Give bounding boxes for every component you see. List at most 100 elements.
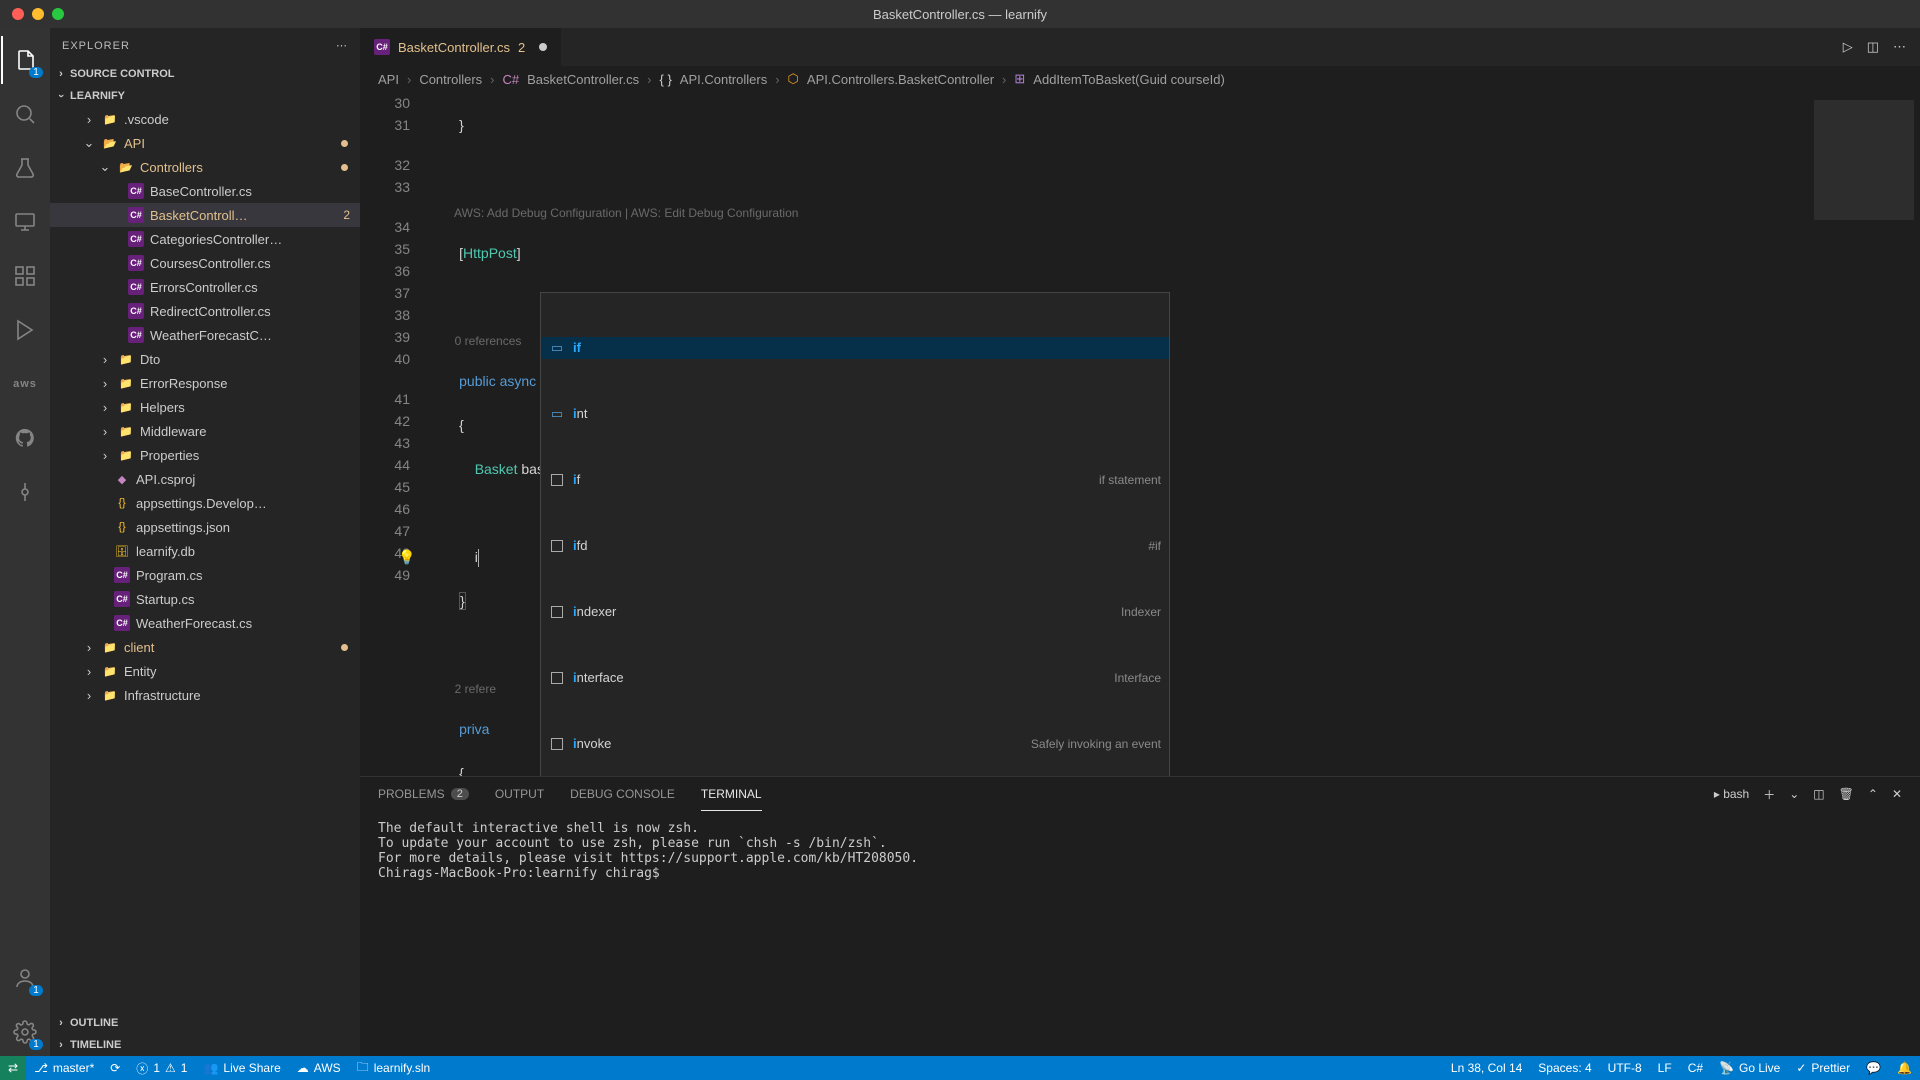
folder-controllers[interactable]: 📂Controllers — [50, 155, 360, 179]
csharp-icon: C# — [374, 39, 390, 55]
maximize-panel-icon[interactable]: ⌃ — [1868, 787, 1878, 801]
sync-icon[interactable]: ⟳ — [102, 1056, 128, 1080]
section-outline[interactable]: OUTLINE — [50, 1012, 360, 1034]
more-actions-icon[interactable]: ⋯ — [1893, 39, 1906, 55]
run-icon[interactable]: ▷ — [1843, 39, 1853, 55]
file-appsettings-dev[interactable]: {}appsettings.Develop… — [50, 491, 360, 515]
section-learnify[interactable]: LEARNIFY — [50, 85, 360, 107]
panel-tab-output[interactable]: OUTPUT — [495, 777, 544, 811]
file-startup[interactable]: C#Startup.cs — [50, 587, 360, 611]
titlebar: BasketController.cs — learnify — [0, 0, 1920, 28]
breadcrumb[interactable]: API› Controllers› C#BasketController.cs›… — [360, 66, 1920, 92]
problems-status[interactable]: ⓧ1⚠1 — [128, 1056, 195, 1080]
explorer-badge: 1 — [29, 67, 43, 78]
kill-terminal-icon[interactable]: 🗑 — [1839, 787, 1854, 801]
file-categories-controller[interactable]: C#CategoriesController… — [50, 227, 360, 251]
file-weather-forecast-controller[interactable]: C#WeatherForecastC… — [50, 323, 360, 347]
language-mode[interactable]: C# — [1680, 1056, 1711, 1080]
encoding[interactable]: UTF-8 — [1600, 1056, 1650, 1080]
suggest-item[interactable]: interfaceInterface — [541, 667, 1169, 689]
editor-tabs: C# BasketController.cs 2 ▷ ◫ ⋯ — [360, 28, 1920, 66]
terminal-body[interactable]: The default interactive shell is now zsh… — [360, 811, 1920, 1056]
new-terminal-icon[interactable]: ＋ — [1763, 786, 1775, 803]
code-content[interactable]: } AWS: Add Debug Configuration | AWS: Ed… — [428, 92, 1800, 776]
close-panel-icon[interactable]: ✕ — [1892, 787, 1902, 801]
explorer-title: EXPLORER — [62, 40, 130, 52]
folder-api[interactable]: 📂API — [50, 131, 360, 155]
folder-helpers[interactable]: 📁Helpers — [50, 395, 360, 419]
accounts-tab[interactable]: 1 — [1, 954, 49, 1002]
file-api-csproj[interactable]: ◆API.csproj — [50, 467, 360, 491]
lightbulb-icon[interactable]: 💡 — [398, 546, 415, 568]
github-tab[interactable] — [1, 414, 49, 462]
explorer-more-icon[interactable]: ⋯ — [336, 39, 348, 52]
editor-group: C# BasketController.cs 2 ▷ ◫ ⋯ API› Cont… — [360, 28, 1920, 1056]
file-errors-controller[interactable]: C#ErrorsController.cs — [50, 275, 360, 299]
activity-bar: 1 aws 1 1 — [0, 28, 50, 1056]
search-tab[interactable] — [1, 90, 49, 138]
aws-status[interactable]: ☁AWS — [289, 1056, 349, 1080]
folder-dto[interactable]: 📁Dto — [50, 347, 360, 371]
close-window[interactable] — [12, 8, 24, 20]
window-controls — [12, 8, 64, 20]
folder-middleware[interactable]: 📁Middleware — [50, 419, 360, 443]
folder-infrastructure[interactable]: 📁Infrastructure — [50, 683, 360, 707]
file-appsettings[interactable]: {}appsettings.json — [50, 515, 360, 539]
explorer-tab[interactable]: 1 — [1, 36, 49, 84]
suggest-item[interactable]: ifd#if — [541, 535, 1169, 557]
panel-tab-terminal[interactable]: TERMINAL — [701, 777, 762, 811]
terminal-profile[interactable]: ▸ bash — [1714, 787, 1749, 801]
feedback-icon[interactable]: 💬 — [1858, 1056, 1889, 1080]
panel-tab-debug-console[interactable]: DEBUG CONSOLE — [570, 777, 675, 811]
extensions-tab[interactable] — [1, 252, 49, 300]
section-timeline[interactable]: TIMELINE — [50, 1034, 360, 1056]
bottom-panel: PROBLEMS2 OUTPUT DEBUG CONSOLE TERMINAL … — [360, 776, 1920, 1056]
folder-error-response[interactable]: 📁ErrorResponse — [50, 371, 360, 395]
line-gutter: 30 31 32 33 34 35 36 37 38 39 40 41 42 4… — [360, 92, 428, 776]
file-base-controller[interactable]: C#BaseController.cs — [50, 179, 360, 203]
split-editor-icon[interactable]: ◫ — [1867, 39, 1879, 55]
aws-tab[interactable]: aws — [1, 360, 49, 408]
live-share[interactable]: 👥Live Share — [195, 1056, 288, 1080]
folder-vscode[interactable]: 📁.vscode — [50, 107, 360, 131]
remote-explorer-tab[interactable] — [1, 198, 49, 246]
indentation[interactable]: Spaces: 4 — [1530, 1056, 1599, 1080]
folder-client[interactable]: 📁client — [50, 635, 360, 659]
prettier-status[interactable]: ✓Prettier — [1788, 1056, 1858, 1080]
panel-tab-problems[interactable]: PROBLEMS2 — [378, 777, 469, 811]
run-debug-tab[interactable] — [1, 306, 49, 354]
file-weather-forecast[interactable]: C#WeatherForecast.cs — [50, 611, 360, 635]
terminal-dropdown-icon[interactable]: ⌄ — [1789, 787, 1799, 801]
file-redirect-controller[interactable]: C#RedirectController.cs — [50, 299, 360, 323]
solution-file[interactable]: 🗀learnify.sln — [349, 1056, 438, 1080]
zoom-window[interactable] — [52, 8, 64, 20]
file-courses-controller[interactable]: C#CoursesController.cs — [50, 251, 360, 275]
suggest-item[interactable]: ▭int — [541, 403, 1169, 425]
suggest-item[interactable]: ifif statement — [541, 469, 1169, 491]
status-bar: ⇄ ⎇master* ⟳ ⓧ1⚠1 👥Live Share ☁AWS 🗀lear… — [0, 1056, 1920, 1080]
file-basket-controller[interactable]: C#BasketControll…2 — [50, 203, 360, 227]
folder-entity[interactable]: 📁Entity — [50, 659, 360, 683]
minimap[interactable] — [1800, 92, 1920, 776]
cursor-position[interactable]: Ln 38, Col 14 — [1443, 1056, 1530, 1080]
debug-beaker-tab[interactable] — [1, 144, 49, 192]
file-learnify-db[interactable]: 🗄learnify.db — [50, 539, 360, 563]
eol[interactable]: LF — [1650, 1056, 1680, 1080]
suggest-item[interactable]: indexerIndexer — [541, 601, 1169, 623]
notifications-icon[interactable]: 🔔 — [1889, 1056, 1920, 1080]
code-editor[interactable]: 30 31 32 33 34 35 36 37 38 39 40 41 42 4… — [360, 92, 1920, 776]
remote-indicator[interactable]: ⇄ — [0, 1056, 26, 1080]
minimize-window[interactable] — [32, 8, 44, 20]
intellisense-popup[interactable]: ▭if ▭int ifif statement ifd#if indexerIn… — [540, 292, 1170, 776]
suggest-item[interactable]: invokeSafely invoking an event — [541, 733, 1169, 755]
section-source-control[interactable]: SOURCE CONTROL — [50, 63, 360, 85]
split-terminal-icon[interactable]: ◫ — [1813, 787, 1824, 801]
go-live[interactable]: 📡Go Live — [1711, 1056, 1788, 1080]
folder-properties[interactable]: 📁Properties — [50, 443, 360, 467]
tab-basket-controller[interactable]: C# BasketController.cs 2 — [360, 28, 562, 66]
suggest-item[interactable]: ▭if — [541, 337, 1169, 359]
file-program[interactable]: C#Program.cs — [50, 563, 360, 587]
git-branch[interactable]: ⎇master* — [26, 1056, 102, 1080]
git-commit-tab[interactable] — [1, 468, 49, 516]
settings-tab[interactable]: 1 — [1, 1008, 49, 1056]
